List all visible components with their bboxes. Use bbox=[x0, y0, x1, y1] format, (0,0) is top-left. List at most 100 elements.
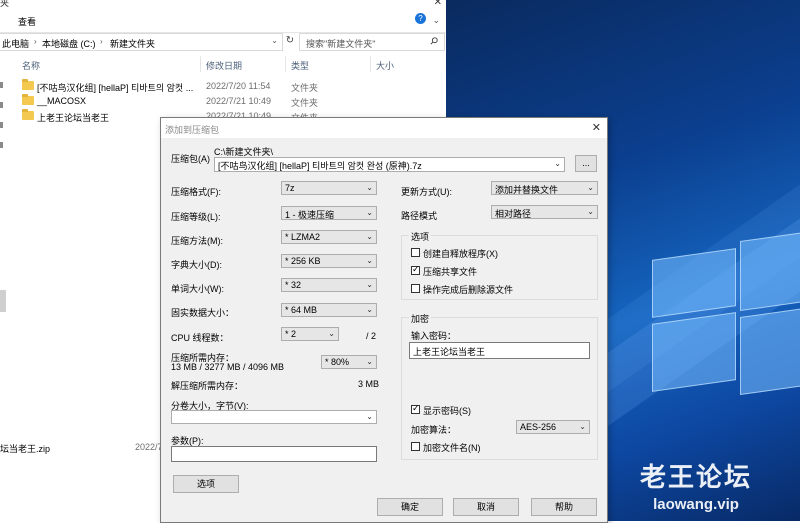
show-password-label: 显示密码(S) bbox=[423, 406, 471, 416]
file-row[interactable]: __MACOSX 2022/7/21 10:49 文件夹 bbox=[0, 94, 440, 108]
breadcrumb-this-pc[interactable]: 此电脑 bbox=[2, 37, 29, 50]
method-select[interactable]: * LZMA2 ⌄ bbox=[281, 230, 377, 244]
chevron-down-icon[interactable]: ⌄ bbox=[587, 183, 594, 192]
enc-method-label: 加密算法： bbox=[411, 425, 457, 435]
breadcrumb-local-disk[interactable]: 本地磁盘 (C:) bbox=[42, 37, 96, 50]
file-date: 2022/7/21 10:49 bbox=[206, 96, 272, 106]
solid-value: * 64 MB bbox=[285, 305, 318, 315]
shared-label: 压缩共享文件 bbox=[423, 267, 478, 277]
chevron-down-icon[interactable]: ⌄ bbox=[366, 256, 373, 265]
chevron-down-icon[interactable]: ⌄ bbox=[587, 207, 594, 216]
nav-pane-scrollbar[interactable] bbox=[0, 290, 6, 312]
threads-select[interactable]: * 2 ⌄ bbox=[281, 327, 339, 341]
solid-label: 固实数据大小： bbox=[171, 308, 235, 318]
method-value: * LZMA2 bbox=[285, 232, 321, 242]
chevron-down-icon[interactable]: ⌄ bbox=[271, 36, 278, 45]
update-label: 更新方式(U): bbox=[401, 187, 452, 197]
column-type[interactable]: 类型 bbox=[291, 59, 309, 72]
dict-label: 字典大小(D): bbox=[171, 260, 222, 270]
folder-icon bbox=[22, 79, 34, 90]
format-value: 7z bbox=[285, 183, 295, 193]
mem-decomp-value: 3 MB bbox=[358, 379, 380, 389]
search-placeholder: 搜索"新建文件夹" bbox=[306, 39, 376, 49]
chevron-down-icon[interactable]: ⌄ bbox=[366, 357, 373, 366]
sfx-label: 创建自释放程序(X) bbox=[423, 249, 498, 259]
search-input[interactable]: 搜索"新建文件夹" bbox=[299, 33, 445, 51]
threads-max: / 2 bbox=[366, 331, 377, 341]
archive-name-value: [不咕鸟汉化组] [hellaP] 티바트의 암컷 완성 (原神).7z bbox=[218, 161, 422, 171]
format-label: 压缩格式(F): bbox=[171, 187, 221, 197]
folder-icon bbox=[22, 94, 34, 105]
close-icon[interactable]: ✕ bbox=[434, 0, 442, 8]
help-icon[interactable]: ? bbox=[415, 13, 426, 24]
folder-icon bbox=[22, 109, 34, 120]
chevron-down-icon[interactable]: ⌄ bbox=[366, 412, 373, 421]
delete-after-label: 操作完成后删除源文件 bbox=[423, 285, 514, 295]
chevron-down-icon[interactable]: ⌄ bbox=[328, 329, 335, 338]
file-type: 文件夹 bbox=[291, 83, 319, 93]
close-icon[interactable]: ✕ bbox=[592, 121, 601, 134]
chevron-down-icon[interactable]: ⌄ bbox=[432, 15, 440, 26]
options-group-title: 选项 bbox=[409, 230, 432, 243]
word-select[interactable]: * 32 ⌄ bbox=[281, 278, 377, 292]
dialog-title: 添加到压缩包 bbox=[165, 125, 220, 135]
chevron-down-icon[interactable]: ⌄ bbox=[579, 422, 586, 431]
chevron-down-icon[interactable]: ⌄ bbox=[366, 305, 373, 314]
add-to-archive-dialog: 添加到压缩包 ✕ 压缩包(A) C:\新建文件夹\ [不咕鸟汉化组] [hell… bbox=[160, 117, 608, 523]
file-row[interactable]: [不咕鸟汉化组] [hellaP] 티바트의 암컷 ... 2022/7/20 … bbox=[0, 79, 440, 93]
breadcrumb-new-folder[interactable]: 新建文件夹 bbox=[110, 37, 155, 50]
password-label: 输入密码： bbox=[411, 331, 457, 341]
enc-method-select[interactable]: AES-256 ⌄ bbox=[516, 420, 590, 434]
help-button[interactable]: 帮助 bbox=[531, 498, 597, 516]
address-bar[interactable]: 此电脑 › 本地磁盘 (C:) › 新建文件夹 ⌄ bbox=[0, 33, 283, 51]
word-label: 单词大小(W): bbox=[171, 284, 224, 294]
chevron-right-icon[interactable]: › bbox=[34, 37, 37, 46]
shared-checkbox[interactable] bbox=[411, 264, 420, 275]
split-select[interactable]: ⌄ bbox=[171, 410, 377, 424]
archive-name-input[interactable]: [不咕鸟汉化组] [hellaP] 티바트의 암컷 완성 (原神).7z ⌄ bbox=[214, 157, 565, 172]
mem-percent-value: * 80% bbox=[325, 357, 350, 367]
solid-select[interactable]: * 64 MB ⌄ bbox=[281, 303, 377, 317]
update-select[interactable]: 添加并替换文件 ⌄ bbox=[491, 181, 598, 195]
tab-view[interactable]: 查看 bbox=[18, 15, 36, 28]
show-password-checkbox[interactable] bbox=[411, 403, 420, 414]
level-select[interactable]: 1 - 极速压缩 ⌄ bbox=[281, 206, 377, 220]
path-mode-select[interactable]: 相对路径 ⌄ bbox=[491, 205, 598, 219]
column-size[interactable]: 大小 bbox=[376, 59, 394, 72]
dict-select[interactable]: * 256 KB ⌄ bbox=[281, 254, 377, 268]
params-input[interactable] bbox=[171, 446, 377, 462]
delete-after-checkbox[interactable] bbox=[411, 284, 420, 293]
refresh-icon[interactable]: ↻ bbox=[283, 33, 297, 49]
word-value: * 32 bbox=[285, 280, 302, 290]
dict-value: * 256 KB bbox=[285, 256, 321, 266]
chevron-down-icon[interactable]: ⌄ bbox=[366, 183, 373, 192]
sfx-checkbox[interactable] bbox=[411, 248, 420, 257]
browse-button[interactable]: ... bbox=[575, 155, 597, 172]
chevron-down-icon[interactable]: ⌄ bbox=[366, 280, 373, 289]
file-name: 上老王论坛当老王 bbox=[37, 113, 110, 123]
file-name: [不咕鸟汉化组] [hellaP] 티바트의 암컷 ... bbox=[37, 83, 194, 93]
format-select[interactable]: 7z ⌄ bbox=[281, 181, 377, 195]
cancel-button[interactable]: 取消 bbox=[453, 498, 519, 516]
encrypt-names-checkbox[interactable] bbox=[411, 442, 420, 451]
file-row[interactable]: 坛当老王.zip 2022/7 bbox=[0, 440, 165, 454]
chevron-down-icon[interactable]: ⌄ bbox=[554, 159, 561, 168]
watermark-title: 老王论坛 bbox=[640, 462, 753, 492]
options-button[interactable]: 选项 bbox=[173, 475, 239, 493]
search-icon[interactable] bbox=[430, 37, 438, 45]
chevron-down-icon[interactable]: ⌄ bbox=[366, 208, 373, 217]
encrypt-names-label: 加密文件名(N) bbox=[423, 443, 481, 453]
method-label: 压缩方法(M): bbox=[171, 236, 223, 246]
chevron-right-icon[interactable]: › bbox=[100, 37, 103, 46]
mem-percent-select[interactable]: * 80% ⌄ bbox=[321, 355, 377, 369]
ok-button[interactable]: 确定 bbox=[377, 498, 443, 516]
column-name[interactable]: 名称 bbox=[22, 59, 40, 72]
password-input[interactable]: 上老王论坛当老王 bbox=[409, 342, 590, 359]
mem-decomp-label: 解压缩所需内存： bbox=[171, 381, 244, 391]
path-mode-value: 相对路径 bbox=[495, 209, 532, 219]
chevron-down-icon[interactable]: ⌄ bbox=[366, 232, 373, 241]
threads-label: CPU 线程数： bbox=[171, 333, 229, 343]
password-value: 上老王论坛当老王 bbox=[413, 347, 486, 357]
column-date[interactable]: 修改日期 bbox=[206, 59, 242, 72]
pin-icon bbox=[0, 142, 3, 148]
